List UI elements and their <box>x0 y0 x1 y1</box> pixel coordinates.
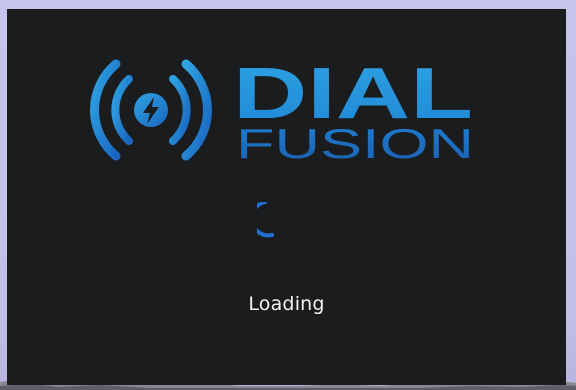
brand-fusion-text: FUSION <box>236 120 474 167</box>
dialfusion-logo: DIAL FUSION <box>90 54 474 167</box>
splash-window: DIAL FUSION Loading <box>7 9 566 385</box>
loading-status-text: Loading <box>248 293 325 315</box>
loading-spinner-icon <box>257 202 274 238</box>
broadcast-lightning-icon <box>90 59 212 161</box>
